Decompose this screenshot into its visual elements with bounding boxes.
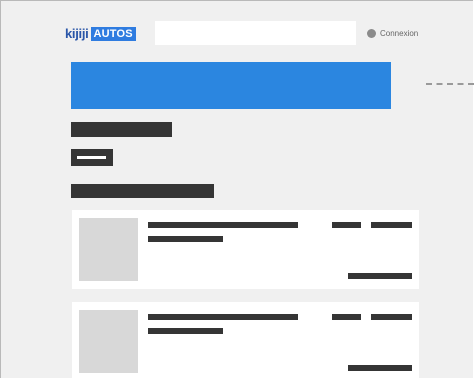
dashed-connector	[426, 83, 474, 85]
banner[interactable]	[71, 62, 391, 109]
listing-location-placeholder	[348, 273, 412, 279]
listing-subtitle-placeholder	[148, 236, 223, 242]
filter-chip[interactable]	[71, 149, 113, 166]
login-link[interactable]: Connexion	[367, 26, 418, 40]
listing-title-placeholder	[148, 222, 298, 228]
listing-card[interactable]	[72, 302, 419, 381]
listing-thumbnail	[79, 310, 138, 373]
listing-subtitle-placeholder	[148, 328, 223, 334]
listing-price-placeholder	[371, 222, 412, 228]
user-circle-icon	[367, 28, 376, 38]
listing-thumbnail	[79, 218, 138, 281]
listing-location-placeholder	[348, 365, 412, 371]
login-label: Connexion	[380, 28, 419, 38]
section-heading-placeholder	[71, 184, 214, 198]
listing-price-placeholder	[371, 314, 412, 320]
search-input[interactable]	[155, 21, 356, 45]
listing-meta-placeholder	[332, 222, 361, 228]
logo-autos-badge: AUTOS	[90, 27, 136, 41]
page-frame: kijiji AUTOS Connexion	[0, 0, 473, 381]
page-title-placeholder	[71, 122, 172, 137]
logo-kijiji-text: kijiji	[65, 26, 89, 41]
kijiji-autos-logo[interactable]: kijiji AUTOS	[65, 26, 136, 42]
listing-card[interactable]	[72, 210, 419, 289]
listing-title-placeholder	[148, 314, 298, 320]
listing-meta-placeholder	[332, 314, 361, 320]
